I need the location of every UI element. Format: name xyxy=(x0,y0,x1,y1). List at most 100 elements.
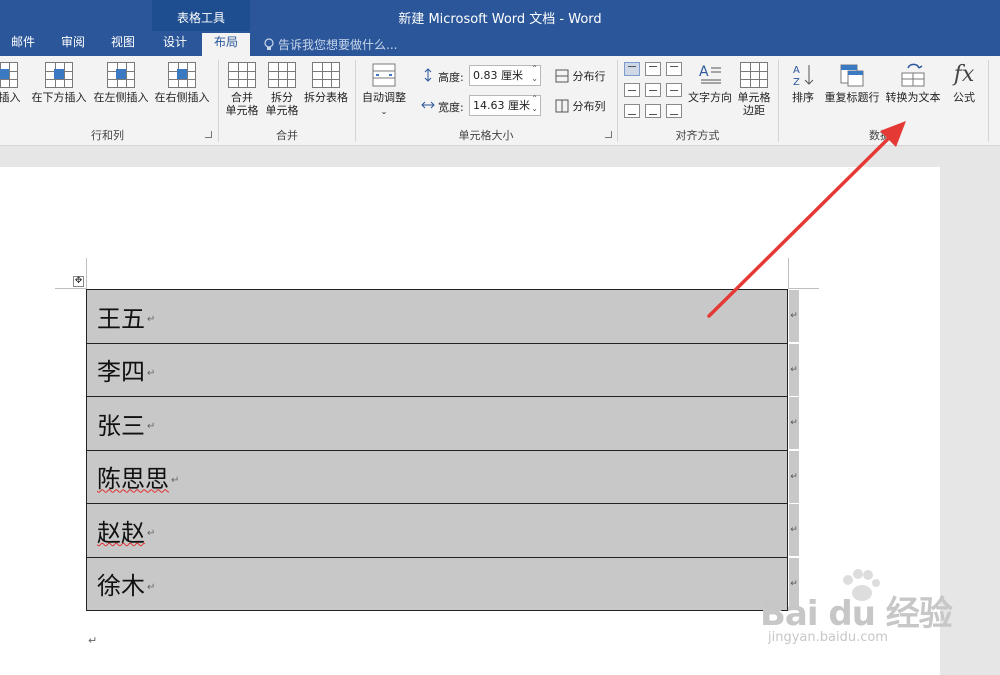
cell-text: 徐木 xyxy=(97,572,145,601)
group-label-rows-cols: 行和列 xyxy=(91,129,124,142)
merge-cells-button[interactable]: 合并 单元格 xyxy=(222,62,262,117)
paragraph-mark: ↵ xyxy=(88,634,98,647)
tab-layout[interactable]: 布局 xyxy=(202,33,250,56)
height-spinner[interactable]: 0.83 厘米 xyxy=(469,64,541,86)
watermark-brand: Bai du 经验 xyxy=(760,594,953,634)
merge-cells-line2: 单元格 xyxy=(225,104,259,117)
tab-design[interactable]: 设计 xyxy=(152,33,198,56)
table-cell[interactable]: 陈思思 ↵ xyxy=(86,449,788,504)
text-direction-icon: A xyxy=(699,64,721,84)
tab-review[interactable]: 审阅 xyxy=(50,33,96,56)
convert-to-text-button[interactable]: 转换为文本 xyxy=(884,62,942,104)
cell-end-mark: ↵ xyxy=(147,581,156,593)
cell-margins-icon xyxy=(740,62,768,88)
insert-below-label: 在下方插入 xyxy=(31,91,87,104)
distribute-rows-button[interactable]: 分布行 xyxy=(555,69,606,83)
align-bottom-right-icon[interactable] xyxy=(666,104,682,118)
rows-cols-launcher-icon[interactable] xyxy=(205,131,212,138)
insert-right-icon xyxy=(168,62,196,88)
table-row: 陈思思 ↵ xyxy=(86,449,788,504)
split-cells-button[interactable]: 拆分 单元格 xyxy=(262,62,302,117)
distribute-cols-button[interactable]: 分布列 xyxy=(555,99,606,113)
convert-to-text-icon xyxy=(901,63,925,87)
margin-guide xyxy=(86,258,87,289)
width-label: 宽度: xyxy=(438,101,464,114)
group-divider xyxy=(355,60,356,142)
split-table-label: 拆分表格 xyxy=(304,91,348,104)
group-divider xyxy=(988,60,989,142)
insert-below-button[interactable]: 在下方插入 xyxy=(30,62,88,104)
table-cell[interactable]: 李四 ↵ xyxy=(86,342,788,397)
title-bar: 表格工具 新建 Microsoft Word 文档 - Word 邮件 审阅 视… xyxy=(0,0,1000,56)
autofit-dropdown-icon: ⌄ xyxy=(380,107,388,116)
row-end-mark: ↵ xyxy=(789,343,799,396)
cell-end-mark: ↵ xyxy=(147,367,156,379)
split-cells-line1: 拆分 xyxy=(271,91,293,104)
insert-left-button[interactable]: 在左侧插入 xyxy=(92,62,150,104)
table-cell[interactable]: 王五 ↵ xyxy=(86,289,788,344)
cell-end-mark: ↵ xyxy=(147,528,156,540)
text-direction-button[interactable]: A 文字方向 xyxy=(686,62,734,104)
split-cells-line2: 单元格 xyxy=(265,104,299,117)
distribute-rows-label: 分布行 xyxy=(572,70,606,83)
width-spinner[interactable]: 14.63 厘米 xyxy=(469,94,541,116)
formula-button[interactable]: fx 公式 xyxy=(946,62,982,104)
column-width-icon xyxy=(421,101,435,109)
context-group-label: 表格工具 xyxy=(176,11,225,25)
align-middle-center-icon[interactable] xyxy=(645,83,661,97)
margin-guide xyxy=(55,288,86,289)
table-row: 张三 ↵ xyxy=(86,396,788,451)
table-move-handle-icon[interactable]: ✥ xyxy=(73,276,84,287)
distribute-rows-icon xyxy=(555,69,569,83)
align-middle-right-icon[interactable] xyxy=(666,83,682,97)
margin-guide xyxy=(789,288,819,289)
cell-margins-button[interactable]: 单元格 边距 xyxy=(735,62,773,117)
merge-cells-line1: 合并 xyxy=(231,91,253,104)
align-top-left-icon[interactable] xyxy=(624,62,640,76)
baidu-watermark: Bai du 经验 jingyan.baidu.com xyxy=(760,568,960,668)
cell-end-mark: ↵ xyxy=(147,314,156,326)
group-label-alignment: 对齐方式 xyxy=(675,129,720,142)
align-top-right-icon[interactable] xyxy=(666,62,682,76)
insert-right-button[interactable]: 在右侧插入 xyxy=(153,62,211,104)
ribbon: 方插入 在下方插入 在左侧插入 在右侧插入 行和列 合并 单元格 拆分 单元格 … xyxy=(0,56,1000,146)
table-cell[interactable]: 徐木 ↵ xyxy=(86,556,788,611)
table-cell[interactable]: 张三 ↵ xyxy=(86,396,788,451)
cell-text: 陈思思 xyxy=(97,465,169,494)
align-top-center-icon[interactable] xyxy=(645,62,661,76)
merge-cells-icon xyxy=(228,62,256,88)
table-row: 赵赵 ↵ xyxy=(86,503,788,558)
table-row: 李四 ↵ xyxy=(86,342,788,397)
insert-above-button[interactable]: 方插入 xyxy=(0,62,26,104)
insert-above-label: 方插入 xyxy=(0,91,21,104)
tab-mailings[interactable]: 邮件 xyxy=(0,33,46,56)
tab-view[interactable]: 视图 xyxy=(100,33,146,56)
repeat-header-label: 重复标题行 xyxy=(824,91,880,104)
cell-text: 王五 xyxy=(97,304,145,333)
split-table-button[interactable]: 拆分表格 xyxy=(303,62,349,104)
repeat-header-rows-button[interactable]: 重复标题行 xyxy=(822,62,882,104)
cell-margins-line2: 边距 xyxy=(743,104,765,117)
autofit-button[interactable]: 自动调整 ⌄ xyxy=(359,62,409,118)
watermark-url: jingyan.baidu.com xyxy=(768,630,888,645)
svg-text:A: A xyxy=(699,64,709,80)
table-body: 王五 ↵ 李四 ↵ 张三 ↵ 陈思思 ↵ 赵赵 ↵ 徐木 ↵ xyxy=(86,289,788,611)
svg-text:Z: Z xyxy=(793,77,800,88)
document-table[interactable]: 王五 ↵ 李四 ↵ 张三 ↵ 陈思思 ↵ 赵赵 ↵ 徐木 ↵ xyxy=(86,289,788,611)
convert-to-text-label: 转换为文本 xyxy=(885,91,941,104)
row-height-icon xyxy=(424,68,432,82)
distribute-cols-label: 分布列 xyxy=(572,100,606,113)
tell-me-box[interactable]: 告诉我您想要做什么... xyxy=(264,36,397,53)
cell-size-launcher-icon[interactable] xyxy=(605,131,612,138)
table-tools-context-header: 表格工具 xyxy=(152,0,250,31)
align-middle-left-icon[interactable] xyxy=(624,83,640,97)
table-cell[interactable]: 赵赵 ↵ xyxy=(86,503,788,558)
sort-button[interactable]: AZ 排序 xyxy=(786,62,820,104)
row-end-mark: ↵ xyxy=(789,504,799,556)
autofit-label: 自动调整 xyxy=(362,91,406,104)
align-bottom-left-icon[interactable] xyxy=(624,104,640,118)
table-row: 徐木 ↵ xyxy=(86,556,788,611)
margin-guide xyxy=(788,258,789,289)
align-bottom-center-icon[interactable] xyxy=(645,104,661,118)
repeat-header-icon xyxy=(840,64,864,87)
